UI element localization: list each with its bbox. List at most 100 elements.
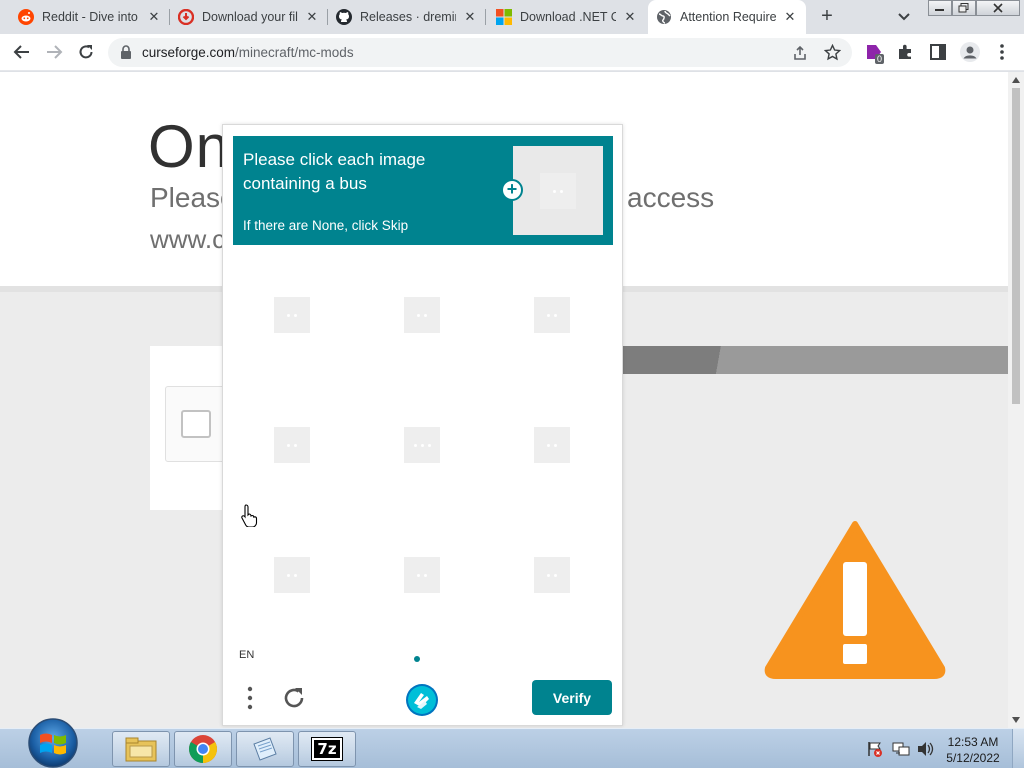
hand-cursor-icon bbox=[241, 504, 258, 527]
restore-button[interactable] bbox=[952, 0, 976, 16]
share-icon[interactable] bbox=[792, 45, 808, 61]
language-selector[interactable]: EN bbox=[239, 649, 254, 661]
profile-button[interactable] bbox=[960, 42, 980, 62]
tab-attention-required[interactable]: Attention Required ✕ bbox=[648, 0, 806, 34]
windows-taskbar: 7z 12:53 AM 5/12/2022 bbox=[0, 718, 1024, 768]
reddit-icon bbox=[18, 9, 34, 25]
taskbar-clock[interactable]: 12:53 AM 5/12/2022 bbox=[940, 734, 1006, 766]
tab-reddit[interactable]: Reddit - Dive into anything ✕ bbox=[10, 0, 170, 34]
page-subheading-end: access bbox=[627, 182, 715, 213]
taskbar-chrome[interactable] bbox=[174, 731, 232, 767]
example-image-placeholder bbox=[540, 173, 576, 209]
page-indicator-dot bbox=[414, 656, 420, 662]
refresh-challenge-icon[interactable] bbox=[281, 685, 307, 711]
volume-icon[interactable] bbox=[916, 740, 934, 758]
show-desktop-button[interactable] bbox=[1012, 729, 1024, 768]
forward-arrow-icon bbox=[47, 45, 63, 59]
7zip-icon: 7z bbox=[311, 737, 343, 761]
captcha-checkbox[interactable] bbox=[181, 410, 211, 438]
side-panel-button[interactable] bbox=[928, 42, 948, 62]
challenge-image-4[interactable] bbox=[274, 427, 310, 463]
hcaptcha-logo-icon[interactable] bbox=[405, 683, 439, 717]
taskbar-7zip[interactable]: 7z bbox=[298, 731, 356, 767]
tab-title: Download your files bbox=[202, 10, 298, 24]
page-scrollbar[interactable] bbox=[1008, 72, 1024, 728]
clock-time: 12:53 AM bbox=[947, 735, 999, 749]
network-icon[interactable] bbox=[892, 740, 910, 758]
reload-button[interactable] bbox=[76, 42, 96, 62]
url-domain: curseforge.com bbox=[142, 45, 236, 60]
challenge-image-2[interactable] bbox=[404, 297, 440, 333]
close-icon[interactable]: ✕ bbox=[304, 9, 320, 25]
reload-icon bbox=[79, 45, 93, 59]
minimize-icon bbox=[935, 9, 944, 11]
challenge-image-8[interactable] bbox=[404, 557, 440, 593]
challenge-image-3[interactable] bbox=[534, 297, 570, 333]
close-icon[interactable]: ✕ bbox=[146, 9, 162, 25]
decorative-bar-accent bbox=[622, 346, 732, 374]
extensions-button[interactable] bbox=[896, 42, 916, 62]
close-icon[interactable]: ✕ bbox=[782, 9, 798, 25]
page-heading: On bbox=[148, 113, 231, 180]
forward-button[interactable] bbox=[44, 42, 64, 62]
hcaptcha-challenge: Please click each image containing a bus… bbox=[222, 124, 623, 726]
taskbar-explorer[interactable] bbox=[112, 731, 170, 767]
challenge-image-9[interactable] bbox=[534, 557, 570, 593]
challenge-image-1[interactable] bbox=[274, 297, 310, 333]
site-url-text: www.c bbox=[150, 224, 226, 254]
bookmark-star-icon[interactable] bbox=[824, 44, 841, 61]
challenge-image-5[interactable] bbox=[404, 427, 440, 463]
tab-strip: Reddit - Dive into anything ✕ Download y… bbox=[0, 0, 1024, 34]
close-window-icon bbox=[993, 3, 1003, 13]
warning-icon bbox=[764, 521, 946, 679]
challenge-image-6[interactable] bbox=[534, 427, 570, 463]
start-button[interactable] bbox=[20, 715, 86, 768]
extension-button[interactable]: 0 bbox=[864, 42, 885, 64]
challenge-subprompt: If there are None, click Skip bbox=[243, 218, 409, 233]
tab-title: Reddit - Dive into anything bbox=[42, 10, 140, 24]
url-text: curseforge.com/minecraft/mc-mods bbox=[142, 45, 354, 60]
taskbar-notepad[interactable] bbox=[236, 731, 294, 767]
clock-date: 5/12/2022 bbox=[946, 751, 1000, 765]
lock-icon[interactable] bbox=[120, 45, 132, 59]
scroll-up-icon[interactable] bbox=[1012, 77, 1020, 83]
example-image[interactable] bbox=[513, 146, 603, 235]
url-path: /minecraft/mc-mods bbox=[235, 45, 354, 60]
back-button[interactable] bbox=[12, 42, 32, 62]
close-icon[interactable]: ✕ bbox=[622, 9, 638, 25]
address-bar[interactable]: curseforge.com/minecraft/mc-mods bbox=[108, 38, 852, 67]
verify-button[interactable]: Verify bbox=[532, 680, 612, 715]
extension-count-badge: 0 bbox=[875, 54, 885, 64]
challenge-menu-icon[interactable] bbox=[245, 685, 255, 711]
scroll-thumb[interactable] bbox=[1012, 88, 1020, 404]
side-panel-icon bbox=[930, 44, 946, 60]
challenge-header: Please click each image containing a bus… bbox=[233, 136, 613, 245]
close-window-button[interactable] bbox=[976, 0, 1020, 16]
github-icon bbox=[336, 9, 352, 25]
scroll-down-icon[interactable] bbox=[1012, 717, 1020, 723]
tab-title: Releases · dreminder bbox=[360, 10, 456, 24]
notepad-icon bbox=[253, 737, 277, 761]
download-site-icon bbox=[178, 9, 194, 25]
back-arrow-icon bbox=[13, 45, 29, 59]
challenge-prompt: Please click each image containing a bus bbox=[243, 150, 426, 193]
tab-title: Attention Required bbox=[680, 10, 776, 24]
globe-icon bbox=[657, 10, 671, 24]
tab-title: Download .NET Core bbox=[520, 10, 616, 24]
restore-icon bbox=[958, 3, 969, 13]
tab-github-releases[interactable]: Releases · dreminder ✕ bbox=[328, 0, 486, 34]
close-icon[interactable]: ✕ bbox=[462, 9, 478, 25]
browser-menu-button[interactable] bbox=[992, 42, 1012, 62]
microsoft-icon bbox=[496, 9, 512, 25]
tab-search-icon[interactable] bbox=[895, 9, 913, 25]
new-tab-button[interactable]: + bbox=[816, 6, 838, 28]
tab-dotnet[interactable]: Download .NET Core ✕ bbox=[488, 0, 646, 34]
action-center-flag-icon[interactable] bbox=[866, 740, 884, 758]
tab-download-files[interactable]: Download your files ✕ bbox=[170, 0, 328, 34]
minimize-button[interactable] bbox=[928, 0, 952, 16]
challenge-image-7[interactable] bbox=[274, 557, 310, 593]
windows-explorer-icon bbox=[125, 737, 157, 762]
puzzle-icon bbox=[899, 44, 911, 59]
add-example-icon[interactable]: + bbox=[501, 179, 523, 201]
avatar-icon bbox=[960, 42, 980, 62]
